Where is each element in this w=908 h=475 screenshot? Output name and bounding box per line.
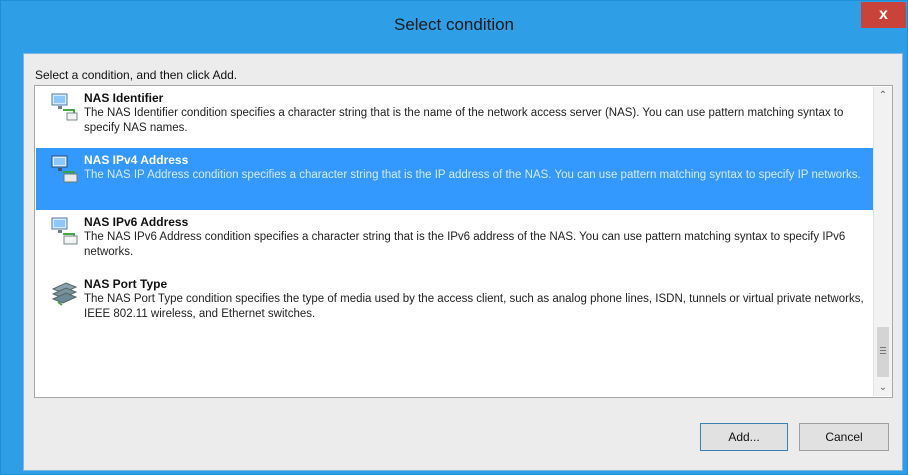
condition-title: NAS IPv4 Address <box>84 153 189 167</box>
network-switch-icon <box>50 278 78 308</box>
condition-title: NAS Identifier <box>84 91 164 105</box>
scroll-down-arrow-icon[interactable]: ⌄ <box>874 379 892 396</box>
grip-icon <box>880 347 886 348</box>
condition-description: The NAS Port Type condition specifies th… <box>84 293 864 320</box>
network-ipv6-icon <box>50 216 78 246</box>
condition-list[interactable]: NAS Identifier The NAS Identifier condit… <box>34 85 893 398</box>
vertical-scrollbar[interactable]: ⌃ ⌄ <box>873 87 892 396</box>
condition-description: The NAS IPv6 Address condition specifies… <box>84 231 846 258</box>
close-icon: x <box>879 6 888 23</box>
dialog-title: Select condition <box>393 15 515 34</box>
add-button[interactable]: Add... <box>700 423 788 451</box>
condition-item-nas-ipv4-address[interactable]: NAS IPv4 Address The NAS IP Address cond… <box>36 148 873 210</box>
condition-description: The NAS Identifier condition specifies a… <box>84 107 844 134</box>
condition-item-nas-identifier[interactable]: NAS Identifier The NAS Identifier condit… <box>36 86 873 148</box>
cancel-button[interactable]: Cancel <box>799 423 889 451</box>
title-bar[interactable]: Select condition x <box>1 1 907 53</box>
network-computer-icon <box>50 92 78 122</box>
close-button[interactable]: x <box>861 2 906 28</box>
dialog-window: Select condition x Select a condition, a… <box>0 0 908 475</box>
scrollbar-thumb[interactable] <box>877 327 889 377</box>
condition-item-nas-ipv6-address[interactable]: NAS IPv6 Address The NAS IPv6 Address co… <box>36 210 873 272</box>
dialog-body: Select a condition, and then click Add. … <box>23 53 903 471</box>
condition-title: NAS IPv6 Address <box>84 215 189 229</box>
instruction-text: Select a condition, and then click Add. <box>35 68 238 82</box>
condition-item-nas-port-type[interactable]: NAS Port Type The NAS Port Type conditio… <box>36 272 873 334</box>
scroll-up-arrow-icon[interactable]: ⌃ <box>874 87 892 104</box>
network-ipv4-icon <box>50 154 78 184</box>
condition-title: NAS Port Type <box>84 277 168 291</box>
condition-description: The NAS IP Address condition specifies a… <box>84 169 861 181</box>
